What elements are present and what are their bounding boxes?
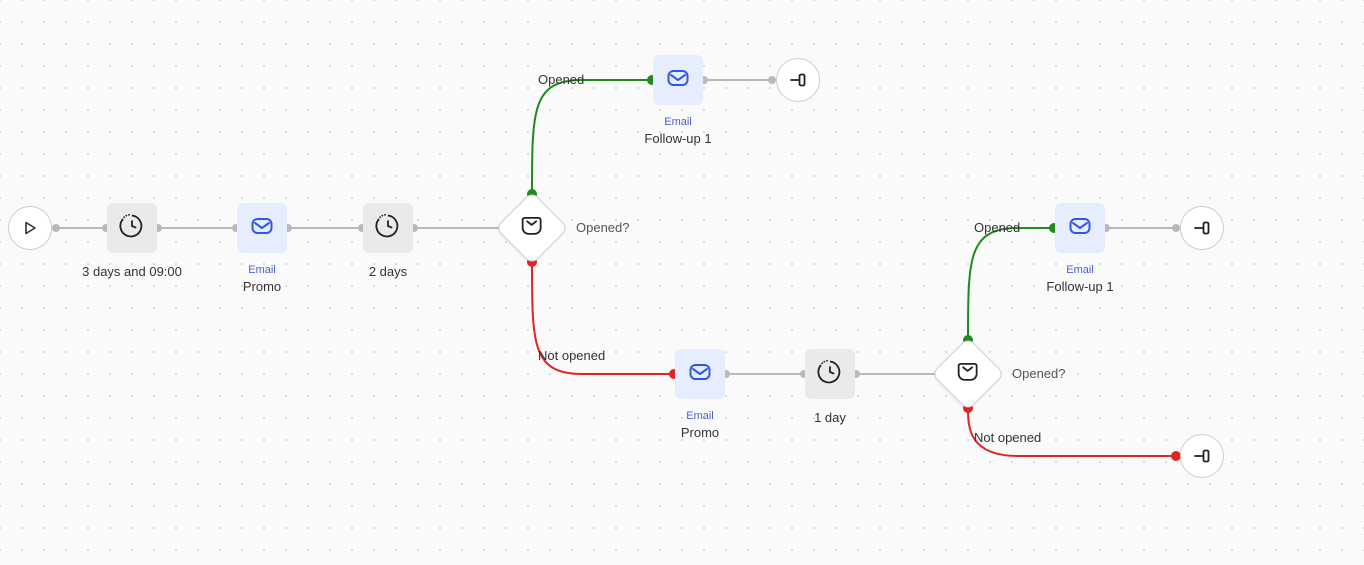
exit-icon: [776, 58, 820, 102]
wait-node[interactable]: 2 days: [363, 203, 413, 253]
condition-label: Opened?: [576, 220, 630, 235]
node-type-label: Email: [1046, 263, 1113, 278]
email-node[interactable]: EmailPromo: [237, 203, 287, 253]
play-icon: [8, 206, 52, 250]
inbox-icon: [520, 214, 544, 243]
end-node[interactable]: [776, 58, 820, 102]
email-icon: [664, 64, 692, 97]
wait-duration-label: 3 days and 09:00: [82, 263, 182, 281]
condition-node[interactable]: [942, 348, 994, 400]
node-type-label: Email: [644, 115, 711, 130]
email-icon: [1066, 212, 1094, 245]
wait-node[interactable]: 1 day: [805, 349, 855, 399]
node-type-label: Email: [681, 409, 719, 424]
branch-label-not-opened: Not opened: [538, 348, 605, 363]
branch-label-not-opened: Not opened: [974, 430, 1041, 445]
email-node[interactable]: EmailFollow-up 1: [653, 55, 703, 105]
wait-node[interactable]: 3 days and 09:00: [107, 203, 157, 253]
inbox-icon: [956, 360, 980, 389]
wait-duration-label: 2 days: [369, 263, 407, 281]
email-node[interactable]: EmailFollow-up 1: [1055, 203, 1105, 253]
wait-duration-label: 1 day: [814, 409, 846, 427]
clock-icon: [118, 212, 146, 245]
condition-label: Opened?: [1012, 366, 1066, 381]
branch-label-opened: Opened: [538, 72, 584, 87]
branch-label-opened: Opened: [974, 220, 1020, 235]
node-name-label: Promo: [243, 278, 281, 296]
end-node[interactable]: [1180, 206, 1224, 250]
node-type-label: Email: [243, 263, 281, 278]
exit-icon: [1180, 206, 1224, 250]
node-name-label: Promo: [681, 424, 719, 442]
email-node[interactable]: EmailPromo: [675, 349, 725, 399]
start-node[interactable]: [8, 206, 52, 250]
end-node[interactable]: [1180, 434, 1224, 478]
node-name-label: Follow-up 1: [644, 130, 711, 148]
condition-node[interactable]: [506, 202, 558, 254]
email-icon: [248, 212, 276, 245]
node-name-label: Follow-up 1: [1046, 278, 1113, 296]
clock-icon: [816, 358, 844, 391]
exit-icon: [1180, 434, 1224, 478]
workflow-canvas[interactable]: 3 days and 09:00EmailPromo2 daysOpened?E…: [0, 0, 1364, 565]
email-icon: [686, 358, 714, 391]
clock-icon: [374, 212, 402, 245]
